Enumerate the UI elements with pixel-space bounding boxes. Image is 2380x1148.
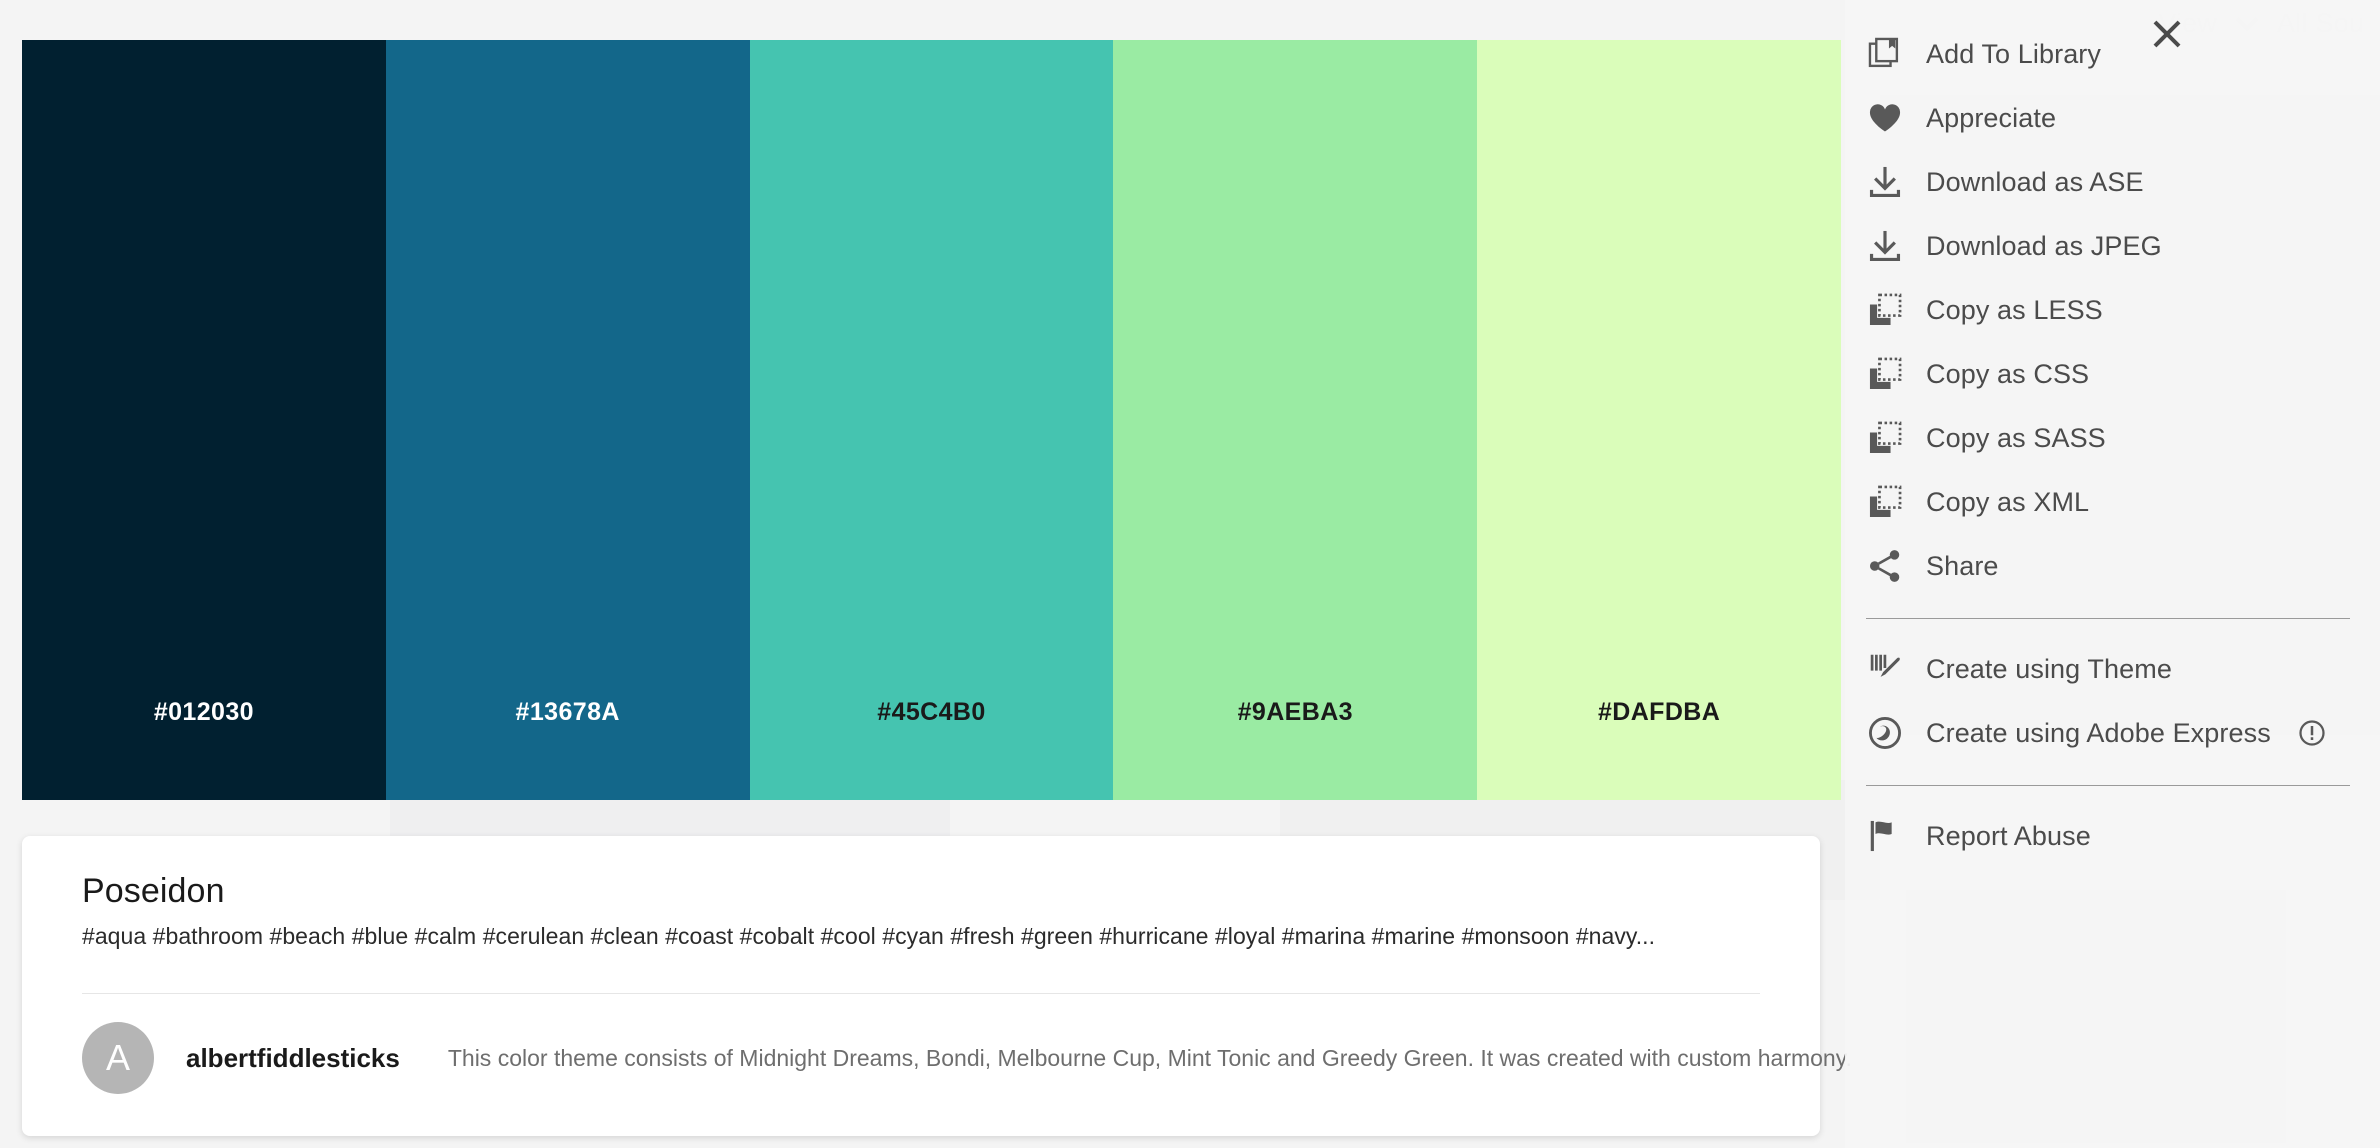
- menu-item-label: Copy as SASS: [1926, 422, 2106, 453]
- share-icon: [1866, 547, 1904, 585]
- menu-item-label: Add To Library: [1926, 38, 2102, 69]
- app-root: View All Sou #012030#13678A#45C4B0#9AEBA…: [0, 0, 2380, 1148]
- menu-item-copy-as-xml[interactable]: Copy as XML: [1845, 470, 2380, 534]
- color-swatch[interactable]: #9AEBA3: [1113, 40, 1478, 800]
- swatch-hex-label: #9AEBA3: [1237, 698, 1353, 726]
- author-name[interactable]: albertfiddlesticks: [186, 1043, 400, 1074]
- action-panel: Add To Library Appreciate Download as ASE D…: [1845, 0, 2380, 1148]
- flag-icon: [1866, 817, 1904, 855]
- theme-description: This color theme consists of Midnight Dr…: [447, 1044, 1852, 1071]
- panel-divider: [1866, 785, 2350, 786]
- swatch-hex-label: #45C4B0: [877, 698, 986, 726]
- menu-item-download-as-jpeg[interactable]: Download as JPEG: [1845, 214, 2380, 278]
- download-icon: [1866, 227, 1904, 265]
- copy-icon: [1866, 291, 1904, 329]
- menu-item-report-abuse[interactable]: Report Abuse: [1845, 804, 2380, 868]
- menu-item-label: Copy as LESS: [1926, 294, 2103, 325]
- menu-item-share[interactable]: Share: [1845, 534, 2380, 598]
- info-exclamation-icon[interactable]: [2297, 718, 2327, 748]
- add-to-library-icon: [1866, 35, 1904, 73]
- theme-tags: #aqua #bathroom #beach #blue #calm #ceru…: [82, 923, 1656, 949]
- menu-item-add-to-library[interactable]: Add To Library: [1845, 22, 2380, 86]
- card-divider: [82, 993, 1760, 994]
- swatch-hex-label: #012030: [153, 698, 254, 726]
- copy-icon: [1866, 355, 1904, 393]
- copy-icon: [1866, 483, 1904, 521]
- swatch-hex-label: #DAFDBA: [1597, 698, 1721, 726]
- menu-item-copy-as-sass[interactable]: Copy as SASS: [1845, 406, 2380, 470]
- color-swatch[interactable]: #13678A: [385, 40, 750, 800]
- theme-info-card: Poseidon #aqua #bathroom #beach #blue #c…: [22, 836, 1852, 1136]
- page-title: Poseidon: [82, 872, 225, 910]
- menu-item-appreciate[interactable]: Appreciate: [1845, 86, 2380, 150]
- menu-item-label: Share: [1926, 550, 1999, 581]
- adobe-express-icon: [1866, 714, 1904, 752]
- color-swatch[interactable]: #45C4B0: [749, 40, 1114, 800]
- author-row: A albertfiddlesticks This color theme co…: [82, 1022, 1852, 1094]
- panel-divider: [1866, 618, 2350, 619]
- menu-item-label: Report Abuse: [1926, 820, 2091, 851]
- menu-item-label: Download as ASE: [1926, 166, 2144, 197]
- menu-item-download-as-ase[interactable]: Download as ASE: [1845, 150, 2380, 214]
- avatar[interactable]: A: [82, 1022, 154, 1094]
- color-swatch[interactable]: #DAFDBA: [1477, 40, 1841, 800]
- menu-item-create-using-theme[interactable]: Create using Theme: [1845, 637, 2380, 701]
- menu-item-label: Appreciate: [1926, 102, 2057, 133]
- color-swatch[interactable]: #012030: [22, 40, 386, 800]
- menu-item-label: Copy as CSS: [1926, 358, 2090, 389]
- menu-item-label: Copy as XML: [1926, 486, 2090, 517]
- heart-icon: [1866, 99, 1904, 137]
- theme-pencil-icon: [1866, 650, 1904, 688]
- menu-item-copy-as-css[interactable]: Copy as CSS: [1845, 342, 2380, 406]
- menu-item-label: Create using Theme: [1926, 653, 2172, 684]
- copy-icon: [1866, 419, 1904, 457]
- swatch-hex-label: #13678A: [515, 698, 620, 726]
- menu-item-copy-as-less[interactable]: Copy as LESS: [1845, 278, 2380, 342]
- menu-item-label: Create using Adobe Express: [1926, 717, 2271, 748]
- download-icon: [1866, 163, 1904, 201]
- menu-item-create-using-adobe-express[interactable]: Create using Adobe Express: [1845, 701, 2380, 765]
- menu-item-label: Download as JPEG: [1926, 230, 2162, 261]
- color-swatch-strip: #012030 #13678A #45C4B0 #9AEBA3 #DAFDBA: [22, 40, 1841, 800]
